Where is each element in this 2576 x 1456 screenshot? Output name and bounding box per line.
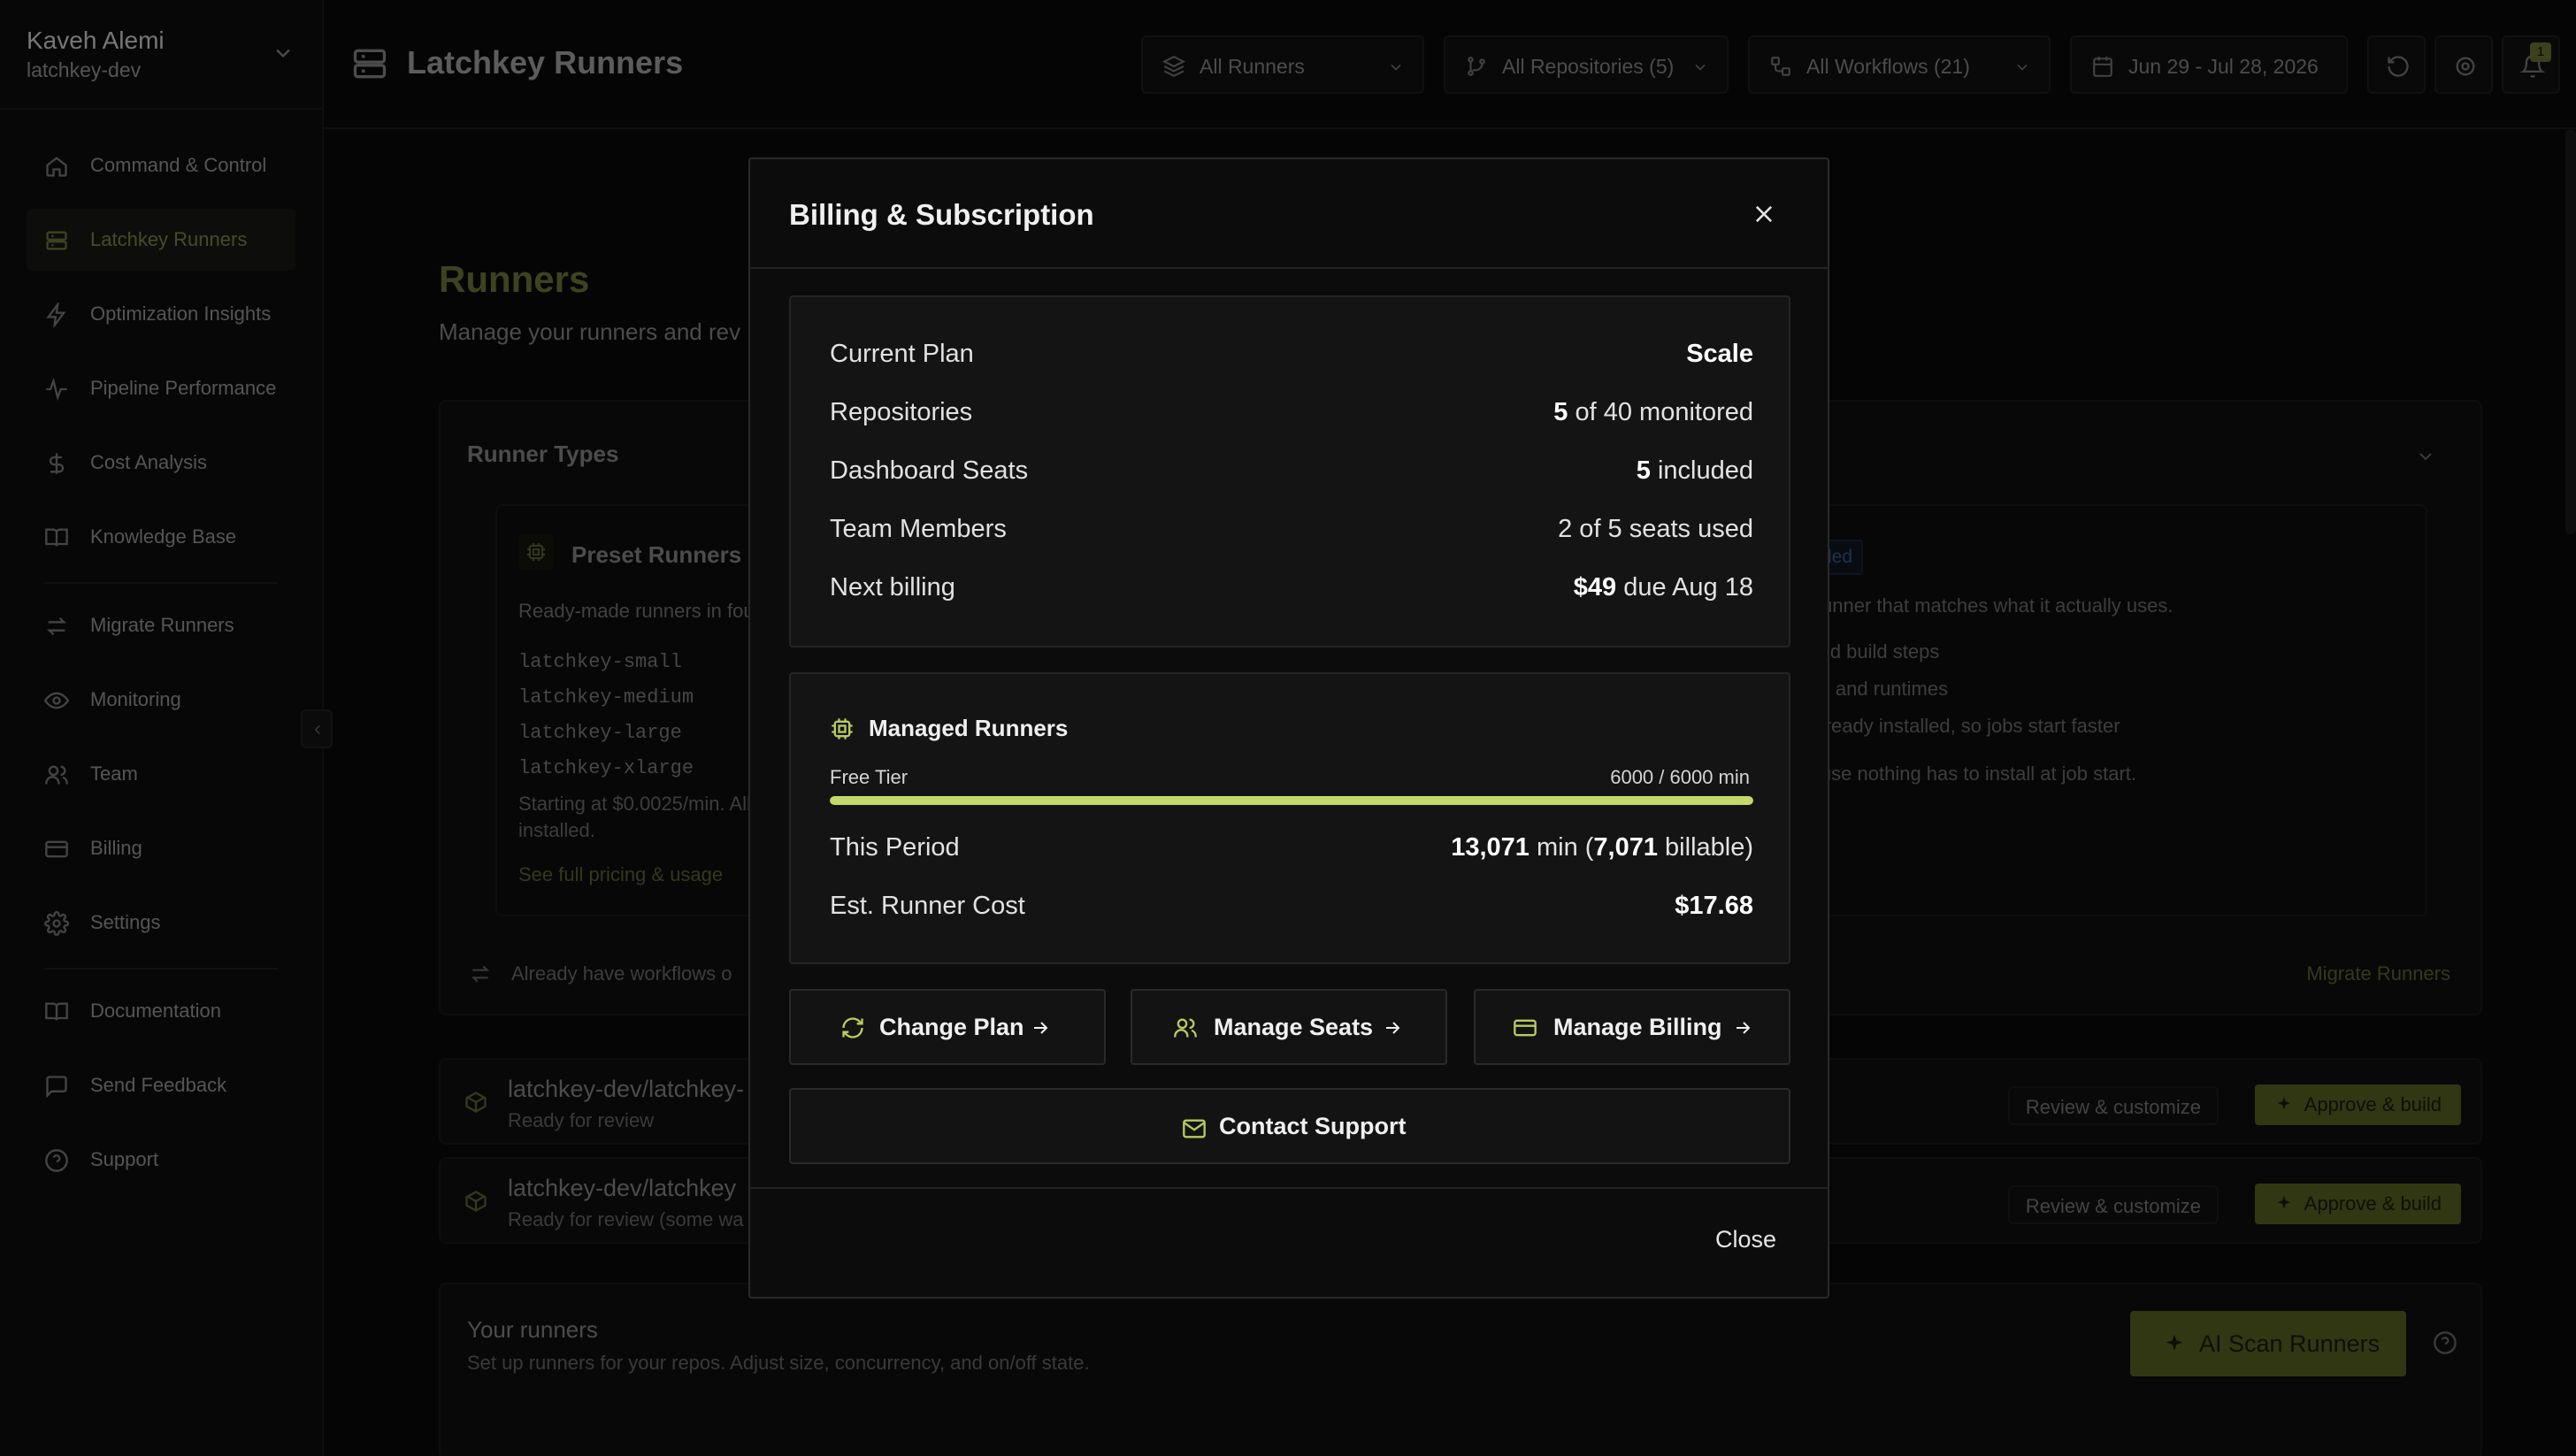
mail-icon bbox=[1183, 1119, 1206, 1138]
row-label: Repositories bbox=[830, 398, 973, 426]
dialog-title: Billing & Subscription bbox=[789, 198, 1094, 231]
row-value: Scale bbox=[1686, 340, 1753, 368]
row-value: 13,071 min (7,071 billable) bbox=[1451, 833, 1753, 862]
free-tier-label: Free Tier bbox=[830, 766, 908, 788]
dialog-header: Billing & Subscription bbox=[750, 159, 1828, 269]
change-plan-button[interactable]: Change Plan bbox=[789, 989, 1106, 1065]
card-icon bbox=[1513, 1015, 1537, 1040]
users-icon bbox=[1173, 1015, 1198, 1040]
this-period-row: This Period 13,071 min (7,071 billable) bbox=[830, 830, 1753, 869]
row-label: Dashboard Seats bbox=[830, 456, 1029, 485]
arrow-right-icon bbox=[1732, 1017, 1753, 1038]
free-tier-progress bbox=[830, 796, 1753, 805]
managed-runners-title: Managed Runners bbox=[869, 715, 1069, 741]
close-icon bbox=[1755, 205, 1773, 223]
row-label: This Period bbox=[830, 833, 960, 862]
row-label: Current Plan bbox=[830, 340, 974, 368]
team-members-row: Team Members 2 of 5 seats used bbox=[830, 511, 1753, 550]
manage-seats-button[interactable]: Manage Seats bbox=[1131, 989, 1447, 1065]
current-plan-row: Current Plan Scale bbox=[830, 336, 1753, 375]
row-label: Team Members bbox=[830, 515, 1007, 543]
row-label: Est. Runner Cost bbox=[830, 892, 1025, 920]
next-billing-row: Next billing $49 due Aug 18 bbox=[830, 570, 1753, 609]
arrow-right-icon bbox=[1382, 1017, 1403, 1038]
row-value: $17.68 bbox=[1675, 892, 1753, 920]
row-value: 2 of 5 seats used bbox=[1558, 515, 1753, 543]
row-label: Next billing bbox=[830, 573, 955, 602]
row-value: $49 due Aug 18 bbox=[1573, 573, 1753, 602]
button-label: Manage Billing bbox=[1553, 1014, 1722, 1040]
billing-subscription-dialog: Billing & Subscription Current Plan Scal… bbox=[748, 157, 1829, 1299]
plan-summary-card: Current Plan Scale Repositories 5 of 40 … bbox=[789, 295, 1790, 648]
free-tier-usage: 6000 / 6000 min bbox=[1610, 766, 1750, 788]
contact-support-button[interactable]: Contact Support bbox=[789, 1088, 1790, 1164]
button-label: Manage Seats bbox=[1214, 1014, 1374, 1040]
progress-fill bbox=[830, 796, 1753, 805]
est-runner-cost-row: Est. Runner Cost $17.68 bbox=[830, 888, 1753, 927]
button-label: Change Plan bbox=[879, 1014, 1024, 1040]
row-value: 5 included bbox=[1636, 456, 1753, 485]
button-label: Contact Support bbox=[1219, 1113, 1407, 1139]
row-value: 5 of 40 monitored bbox=[1553, 398, 1753, 426]
repositories-row: Repositories 5 of 40 monitored bbox=[830, 395, 1753, 433]
arrow-right-icon bbox=[1030, 1017, 1051, 1038]
dialog-footer: Close bbox=[750, 1187, 1828, 1297]
close-dialog-button[interactable] bbox=[1744, 195, 1783, 234]
managed-runners-card: Managed Runners Free Tier 6000 / 6000 mi… bbox=[789, 672, 1790, 964]
refresh-icon bbox=[840, 1015, 865, 1040]
cpu-icon bbox=[830, 717, 855, 741]
close-button[interactable]: Close bbox=[1715, 1226, 1776, 1253]
manage-billing-button[interactable]: Manage Billing bbox=[1474, 989, 1790, 1065]
dashboard-seats-row: Dashboard Seats 5 included bbox=[830, 453, 1753, 492]
